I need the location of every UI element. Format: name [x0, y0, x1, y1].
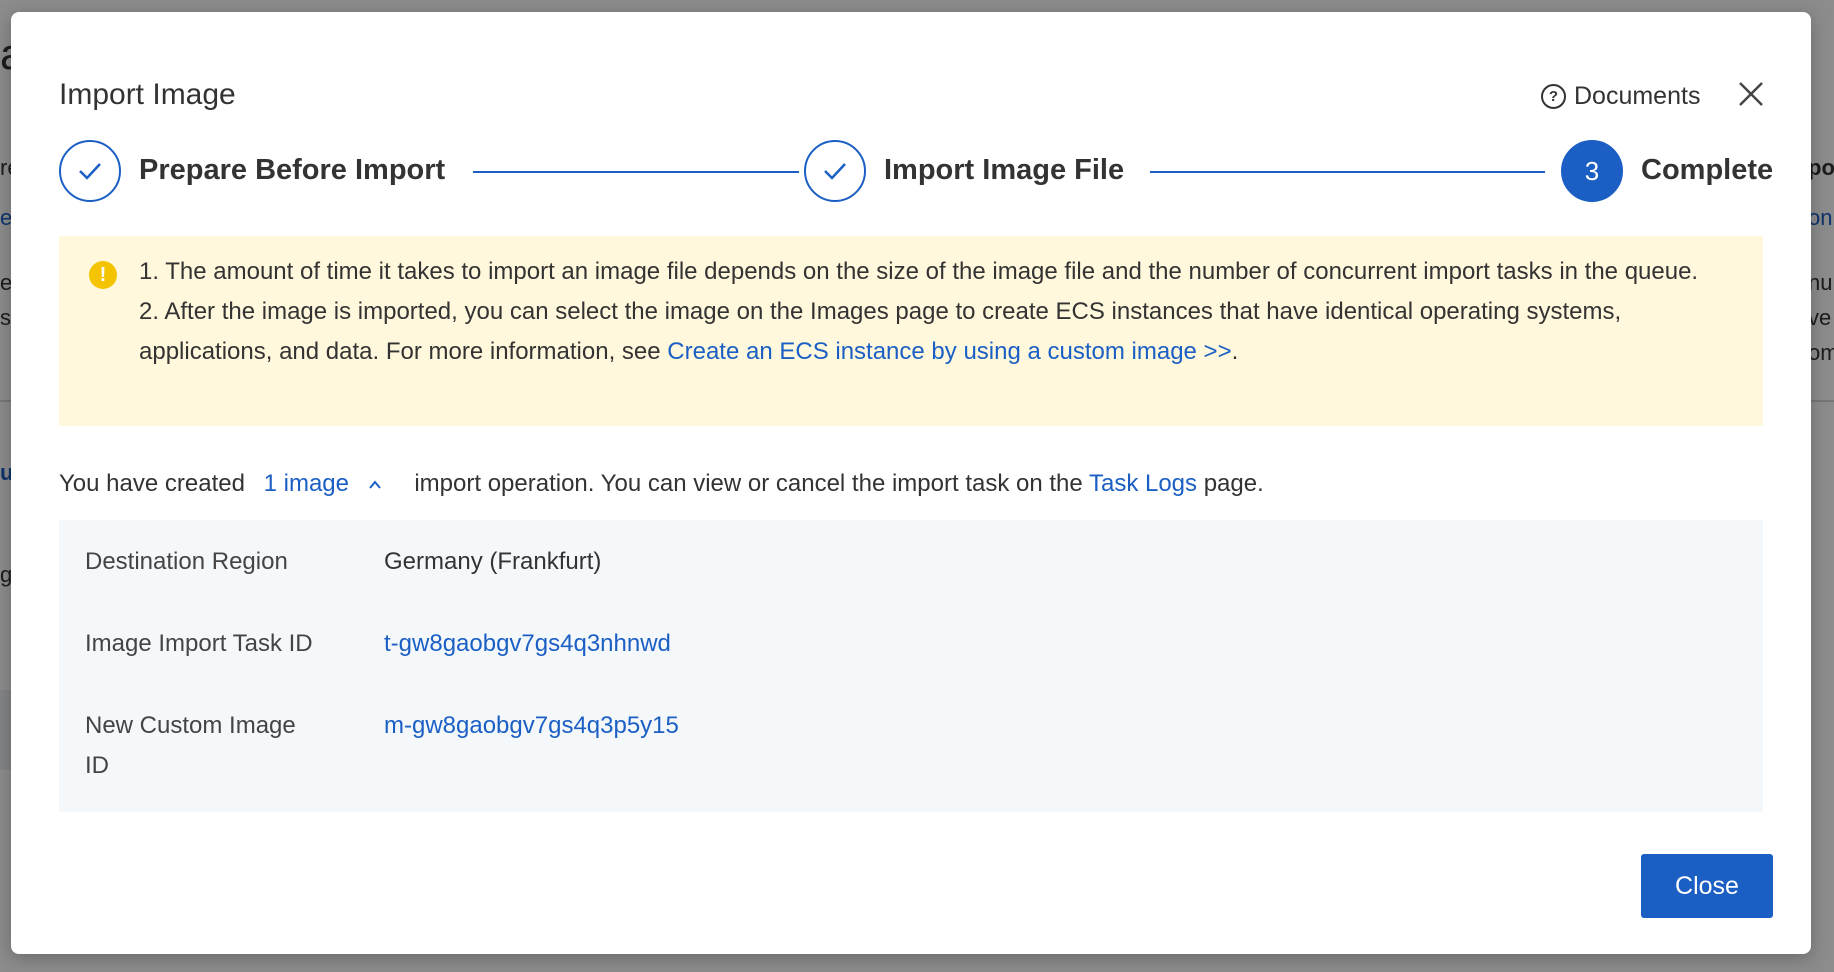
image-count-link[interactable]: 1 image [264, 470, 349, 497]
import-details-panel: Destination Region Germany (Frankfurt) I… [59, 520, 1763, 812]
step-2-check-icon [804, 140, 866, 202]
created-prefix: You have created [59, 470, 245, 497]
step-1-label: Prepare Before Import [139, 154, 446, 186]
detail-value: Germany (Frankfurt) [384, 548, 602, 575]
step-3-label: Complete [1641, 154, 1774, 186]
created-suffix: page. [1203, 470, 1264, 497]
import-image-modal: Import Image ? Documents Prepare Before … [11, 12, 1811, 954]
modal-title: Import Image [59, 78, 236, 111]
close-button[interactable]: Close [1641, 854, 1773, 918]
task-logs-link[interactable]: Task Logs [1089, 470, 1197, 497]
question-circle-icon: ? [1541, 84, 1566, 109]
detail-key: Image Import Task ID [85, 630, 313, 657]
step-connector [473, 171, 799, 173]
step-indicator: Prepare Before Import Import Image File … [59, 140, 1773, 206]
import-task-id-link[interactable]: t-gw8gaobgv7gs4q3nhnwd [384, 624, 671, 664]
step-1-check-icon [59, 140, 121, 202]
created-summary: You have created 1 image import operatio… [59, 470, 1264, 498]
documents-link[interactable]: ? Documents [1541, 82, 1700, 111]
close-icon[interactable] [1735, 78, 1767, 110]
warning-icon: ! [89, 261, 117, 289]
custom-image-doc-link[interactable]: Create an ECS instance by using a custom… [667, 338, 1231, 365]
alert-line-2: 2. After the image is imported, you can … [139, 292, 1739, 372]
documents-label: Documents [1574, 82, 1701, 110]
created-middle-text: import operation. You can view or cancel… [414, 470, 1083, 497]
detail-key: New Custom Image ID [85, 712, 296, 779]
custom-image-id-link[interactable]: m-gw8gaobgv7gs4q3p5y15 [384, 706, 679, 746]
step-3-number: 3 [1561, 140, 1623, 202]
info-alert: ! 1. The amount of time it takes to impo… [59, 236, 1763, 426]
detail-key: Destination Region [85, 548, 288, 575]
step-connector [1150, 171, 1545, 173]
alert-line-1: 1. The amount of time it takes to import… [139, 258, 1699, 285]
step-2-label: Import Image File [884, 154, 1125, 186]
chevron-up-icon[interactable] [368, 478, 382, 492]
alert-text: 1. The amount of time it takes to import… [139, 252, 1739, 372]
alert-line-2-suffix: . [1231, 338, 1239, 365]
